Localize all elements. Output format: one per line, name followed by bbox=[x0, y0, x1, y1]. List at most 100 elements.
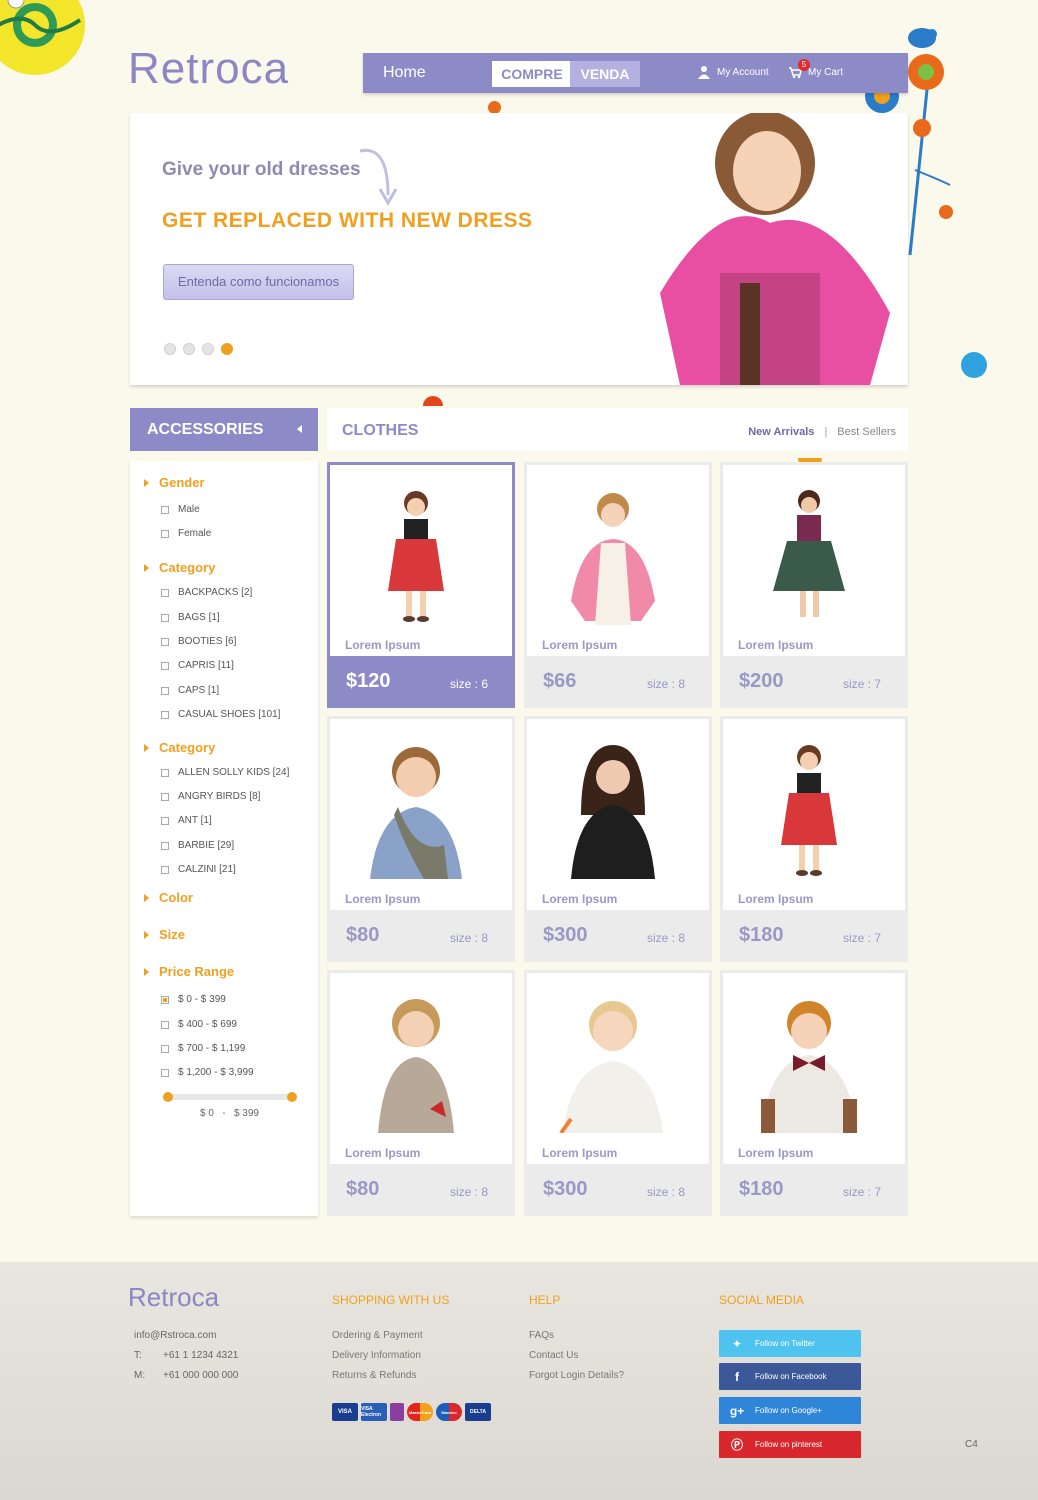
slider-dot[interactable] bbox=[164, 343, 176, 355]
filter-option[interactable]: $ 400 - $ 699 bbox=[161, 1019, 237, 1030]
filter-option[interactable]: $ 0 - $ 399 bbox=[161, 994, 226, 1005]
checkbox[interactable] bbox=[161, 686, 169, 695]
facebook-button[interactable]: f Follow on Facebook bbox=[719, 1363, 861, 1390]
filter-option[interactable]: CAPS [1] bbox=[161, 685, 219, 696]
checkbox[interactable] bbox=[161, 1044, 169, 1053]
checkbox[interactable] bbox=[161, 613, 169, 622]
footer-logo[interactable]: Retroca bbox=[128, 1282, 219, 1313]
footer-link[interactable]: FAQs bbox=[529, 1326, 624, 1346]
filter-option[interactable]: BAGS [1] bbox=[161, 612, 220, 623]
product-photo[interactable] bbox=[737, 735, 881, 879]
product-photo[interactable] bbox=[541, 989, 685, 1133]
nav-venda-tab[interactable]: VENDA bbox=[570, 61, 640, 87]
filter-heading-price-range[interactable]: Price Range bbox=[144, 964, 234, 979]
filter-option[interactable]: ANGRY BIRDS [8] bbox=[161, 791, 260, 802]
slider-max-handle[interactable] bbox=[287, 1092, 297, 1102]
filter-option[interactable]: BOOTIES [6] bbox=[161, 636, 236, 647]
product-name[interactable]: Lorem Ipsum bbox=[542, 638, 617, 652]
filter-heading-color[interactable]: Color bbox=[144, 890, 193, 905]
contact-email[interactable]: info@Rstroca.com bbox=[134, 1326, 238, 1346]
shopping-links: Ordering & Payment Delivery Information … bbox=[332, 1326, 423, 1386]
twitter-button[interactable]: ✦ Follow on Twitter bbox=[719, 1330, 861, 1357]
product-card[interactable]: Lorem Ipsum $80 size : 8 bbox=[327, 716, 515, 962]
nav-compre-tab[interactable]: COMPRE bbox=[492, 61, 572, 87]
product-photo[interactable] bbox=[344, 735, 488, 879]
pinterest-button[interactable]: Ⓟ Follow on pinterest bbox=[719, 1431, 861, 1458]
product-card[interactable]: Lorem Ipsum $180 size : 7 bbox=[720, 970, 908, 1216]
product-name[interactable]: Lorem Ipsum bbox=[345, 892, 420, 906]
product-name[interactable]: Lorem Ipsum bbox=[738, 638, 813, 652]
footer-link[interactable]: Returns & Refunds bbox=[332, 1366, 423, 1386]
product-name[interactable]: Lorem Ipsum bbox=[345, 1146, 420, 1160]
product-photo[interactable] bbox=[541, 735, 685, 879]
filter-heading-gender[interactable]: Gender bbox=[144, 475, 205, 490]
my-account-link[interactable]: My Account bbox=[697, 65, 769, 79]
product-card[interactable]: Lorem Ipsum $80 size : 8 bbox=[327, 970, 515, 1216]
footer-link[interactable]: Ordering & Payment bbox=[332, 1326, 423, 1346]
product-card[interactable]: Lorem Ipsum $180 size : 7 bbox=[720, 716, 908, 962]
slider-min-handle[interactable] bbox=[163, 1092, 173, 1102]
tab-best-sellers[interactable]: Best Sellers bbox=[837, 426, 896, 438]
footer-link[interactable]: Delivery Information bbox=[332, 1346, 423, 1366]
product-card[interactable]: Lorem Ipsum $300 size : 8 bbox=[524, 970, 712, 1216]
filter-heading-label: Gender bbox=[159, 475, 205, 490]
filter-option[interactable]: CAPRIS [11] bbox=[161, 660, 234, 671]
accessories-header[interactable]: ACCESSORIES bbox=[130, 408, 318, 451]
product-photo[interactable] bbox=[344, 989, 488, 1133]
my-cart-link[interactable]: 5 My Cart bbox=[788, 59, 843, 79]
product-photo[interactable] bbox=[344, 481, 488, 625]
slider-dot-active[interactable] bbox=[221, 343, 233, 355]
google-plus-button[interactable]: g+ Follow on Google+ bbox=[719, 1397, 861, 1424]
product-name[interactable]: Lorem Ipsum bbox=[345, 638, 420, 652]
checkbox[interactable] bbox=[161, 710, 169, 719]
footer-link[interactable]: Forgot Login Details? bbox=[529, 1366, 624, 1386]
product-card[interactable]: Lorem Ipsum $200 size : 7 bbox=[720, 462, 908, 708]
checkbox[interactable] bbox=[161, 637, 169, 646]
filter-heading-category[interactable]: Category bbox=[144, 560, 215, 575]
product-name[interactable]: Lorem Ipsum bbox=[542, 1146, 617, 1160]
checkbox[interactable] bbox=[161, 529, 169, 538]
blue-dot bbox=[961, 352, 987, 378]
filter-option[interactable]: ALLEN SOLLY KIDS [24] bbox=[161, 767, 289, 778]
filter-option[interactable]: $ 700 - $ 1,199 bbox=[161, 1043, 245, 1054]
product-photo[interactable] bbox=[737, 989, 881, 1133]
how-it-works-button[interactable]: Entenda como funcionamos bbox=[163, 264, 354, 300]
filter-option[interactable]: ANT [1] bbox=[161, 815, 212, 826]
product-name[interactable]: Lorem Ipsum bbox=[738, 892, 813, 906]
filter-option[interactable]: Male bbox=[161, 504, 200, 515]
checkbox[interactable] bbox=[161, 1020, 169, 1029]
checkbox[interactable] bbox=[161, 661, 169, 670]
checkbox[interactable] bbox=[161, 768, 169, 777]
checkbox[interactable] bbox=[161, 588, 169, 597]
checkbox[interactable] bbox=[161, 841, 169, 850]
filter-option[interactable]: BARBIE [29] bbox=[161, 840, 234, 851]
product-card[interactable]: Lorem Ipsum $300 size : 8 bbox=[524, 716, 712, 962]
filter-option[interactable]: CALZINI [21] bbox=[161, 864, 236, 875]
product-card[interactable]: Lorem Ipsum $66 size : 8 bbox=[524, 462, 712, 708]
logo[interactable]: Retroca bbox=[128, 44, 328, 104]
product-name[interactable]: Lorem Ipsum bbox=[542, 892, 617, 906]
product-name[interactable]: Lorem Ipsum bbox=[738, 1146, 813, 1160]
checkbox-checked[interactable] bbox=[161, 995, 169, 1004]
checkbox[interactable] bbox=[161, 1068, 169, 1077]
checkbox[interactable] bbox=[161, 792, 169, 801]
product-photo[interactable] bbox=[541, 481, 685, 625]
checkbox[interactable] bbox=[161, 816, 169, 825]
filter-option[interactable]: CASUAL SHOES [101] bbox=[161, 709, 280, 720]
filter-option[interactable]: BACKPACKS [2] bbox=[161, 587, 252, 598]
product-card[interactable]: Lorem Ipsum $120 size : 6 bbox=[327, 462, 515, 708]
footer-link[interactable]: Contact Us bbox=[529, 1346, 624, 1366]
product-photo[interactable] bbox=[737, 481, 881, 625]
filter-heading-size[interactable]: Size bbox=[144, 927, 185, 942]
price-range-slider[interactable] bbox=[163, 1092, 297, 1102]
checkbox[interactable] bbox=[161, 865, 169, 874]
slider-dot[interactable] bbox=[202, 343, 214, 355]
filter-option[interactable]: Female bbox=[161, 528, 211, 539]
filter-option[interactable]: $ 1,200 - $ 3,999 bbox=[161, 1067, 254, 1078]
checkbox[interactable] bbox=[161, 505, 169, 514]
slider-dot[interactable] bbox=[183, 343, 195, 355]
nav-home[interactable]: Home bbox=[383, 64, 426, 82]
filter-heading-category[interactable]: Category bbox=[144, 740, 215, 755]
tab-new-arrivals[interactable]: New Arrivals bbox=[748, 426, 814, 438]
collapse-arrow-icon[interactable] bbox=[297, 425, 302, 433]
